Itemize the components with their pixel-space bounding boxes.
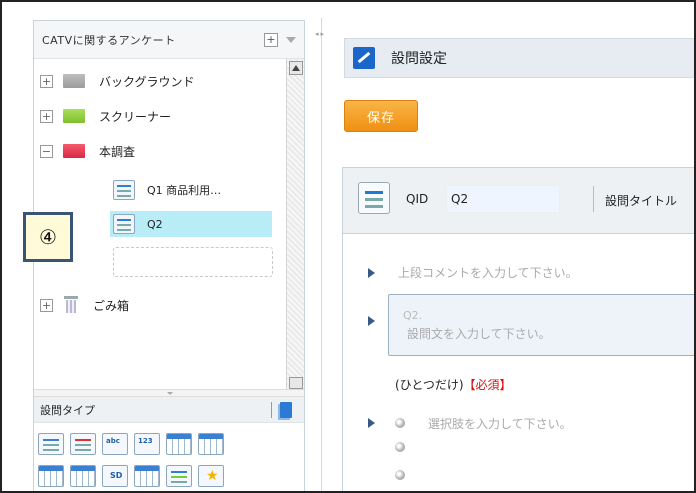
question-icon: [358, 182, 390, 214]
expand-toggle-icon[interactable]: +: [40, 109, 53, 123]
folder-icon: [63, 74, 85, 88]
tree-scrollbar[interactable]: [286, 59, 304, 391]
text-input-icon[interactable]: abc: [102, 433, 128, 455]
answer-mode-label: (ひとつだけ): [395, 378, 464, 392]
question-text-placeholder: 設問文を入力して下さい。: [407, 327, 551, 341]
add-folder-button[interactable]: +: [264, 32, 278, 47]
collapse-toggle-icon[interactable]: −: [40, 144, 53, 158]
scroll-up-icon[interactable]: [289, 61, 303, 75]
tree-folder-main-survey[interactable]: − 本調査: [40, 138, 135, 164]
expand-arrow-icon[interactable]: [368, 418, 375, 428]
edit-icon: [353, 47, 375, 69]
radio-button[interactable]: [395, 470, 405, 480]
panel-menu-chevron-icon[interactable]: [286, 36, 296, 43]
question-drop-slot[interactable]: [113, 247, 273, 277]
book-icon[interactable]: [280, 401, 292, 418]
qid-label: QID: [406, 192, 429, 206]
matrix-multiple-icon[interactable]: [70, 465, 96, 487]
text-input-icon-label: abc: [106, 437, 120, 445]
panel-divider[interactable]: [321, 18, 322, 491]
folder-icon: [63, 109, 85, 123]
expand-arrow-icon[interactable]: [368, 268, 375, 278]
trash-label: ごみ箱: [93, 298, 130, 313]
question-types-header: 設問タイプ: [34, 397, 304, 423]
numeric-input-icon[interactable]: 123: [134, 433, 160, 455]
question-title-label: 設問タイトル: [605, 194, 678, 208]
tree-trash[interactable]: + ごみ箱: [40, 292, 129, 318]
divider: [271, 401, 272, 418]
tree-question-q2[interactable]: Q2: [110, 211, 272, 237]
folder-label: バックグラウンド: [99, 74, 195, 89]
collapse-arrows-icon[interactable]: ◂▸: [315, 30, 326, 38]
tree-folder-background[interactable]: + バックグラウンド: [40, 68, 195, 94]
tree-folder-screener[interactable]: + スクリーナー: [40, 103, 171, 129]
choice-input[interactable]: 選択肢を入力して下さい。: [428, 415, 572, 432]
app-frame: CATVに関するアンケート + + バックグラウンド + スクリーナー − 本調…: [0, 0, 696, 493]
required-label: 【必須】: [463, 378, 512, 392]
tree-question-q1[interactable]: Q1 商品利用…: [110, 177, 272, 203]
single-choice-icon[interactable]: [38, 433, 64, 455]
grid-icon[interactable]: [134, 465, 160, 487]
question-settings-header: 設問設定: [344, 38, 694, 78]
question-editor-header: QID 設問タイトル: [343, 168, 694, 234]
question-text-field[interactable]: Q2. 設問文を入力して下さい。: [388, 294, 694, 356]
divider: [593, 186, 594, 212]
question-types-title: 設問タイプ: [40, 403, 95, 417]
survey-tree-panel: CATVに関するアンケート + + バックグラウンド + スクリーナー − 本調…: [33, 20, 305, 491]
semantic-differential-icon-label: SD: [110, 471, 123, 480]
save-button[interactable]: 保存: [344, 100, 418, 132]
question-icon: [113, 214, 135, 234]
crown-icon[interactable]: [198, 465, 224, 487]
step-callout: ④: [23, 212, 73, 262]
folder-icon: [63, 144, 85, 158]
qid-input[interactable]: [446, 185, 560, 213]
question-label: Q1 商品利用…: [147, 184, 222, 197]
question-editor: QID 設問タイトル 上段コメントを入力して下さい。 Q2. 設問文を入力して下…: [342, 167, 694, 491]
matrix-single-icon[interactable]: [38, 465, 64, 487]
upper-comment-field[interactable]: 上段コメントを入力して下さい。: [398, 264, 578, 281]
question-label: Q2: [147, 217, 163, 231]
radio-button[interactable]: [395, 442, 405, 452]
expand-toggle-icon[interactable]: +: [40, 74, 53, 88]
slider-icon[interactable]: [166, 465, 192, 487]
survey-title: CATVに関するアンケート: [42, 33, 176, 47]
page-title: 設問設定: [391, 51, 447, 67]
answer-mode: (ひとつだけ)【必須】: [395, 376, 512, 393]
panel-splitter[interactable]: [34, 389, 304, 397]
expand-arrow-icon[interactable]: [368, 316, 375, 326]
radio-button[interactable]: [395, 418, 405, 428]
trash-icon: [63, 296, 79, 314]
semantic-differential-icon[interactable]: SD: [102, 465, 128, 487]
ranking-check-icon[interactable]: [198, 433, 224, 455]
expand-toggle-icon[interactable]: +: [40, 298, 53, 312]
question-number: Q2.: [403, 309, 423, 322]
folder-label: スクリーナー: [99, 109, 172, 124]
survey-tree-header: CATVに関するアンケート +: [34, 21, 304, 59]
numeric-input-icon-label: 123: [138, 437, 153, 445]
question-icon: [113, 180, 135, 200]
ranking-icon[interactable]: [166, 433, 192, 455]
question-type-grid: abc 123 SD: [38, 433, 226, 487]
folder-label: 本調査: [99, 144, 136, 159]
multiple-choice-icon[interactable]: [70, 433, 96, 455]
scroll-down-icon[interactable]: [289, 377, 303, 389]
